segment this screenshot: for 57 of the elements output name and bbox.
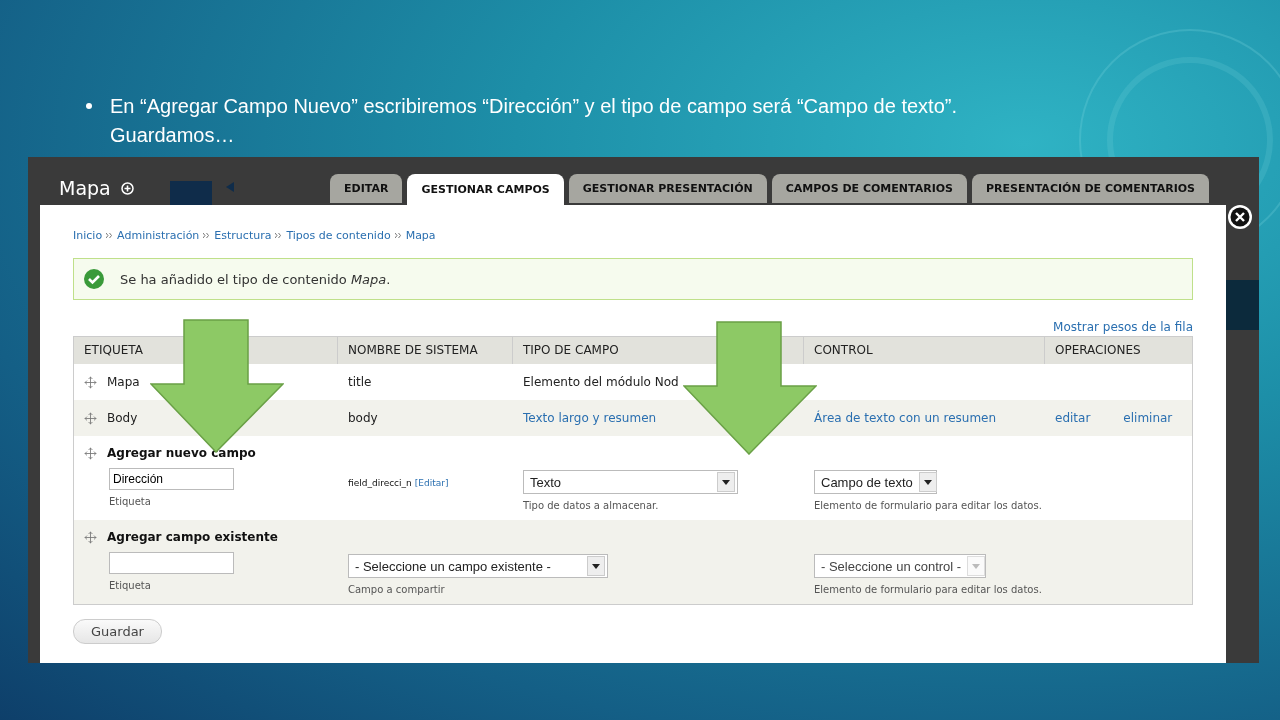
widget-select[interactable]: Campo de texto bbox=[814, 470, 937, 494]
existing-field-select[interactable]: - Seleccione un campo existente - bbox=[348, 554, 608, 578]
field-hint: Etiqueta bbox=[109, 496, 152, 507]
separator-icon bbox=[275, 232, 283, 239]
breadcrumb-link[interactable]: Inicio bbox=[73, 229, 103, 242]
field-hint: Elemento de formulario para editar los datos. bbox=[814, 584, 1043, 595]
machine-name: field_direcci_n bbox=[348, 477, 412, 488]
widget-link[interactable]: Área de texto con un resumen bbox=[804, 411, 1045, 425]
add-icon[interactable] bbox=[120, 182, 134, 195]
tab[interactable]: EDITAR bbox=[330, 174, 403, 203]
tab[interactable]: CAMPOS DE COMENTARIOS bbox=[771, 174, 968, 203]
section-title: Agregar campo existente bbox=[107, 530, 278, 544]
field-hint: Campo a compartir bbox=[348, 584, 446, 595]
tab[interactable]: GESTIONAR PRESENTACIÓN bbox=[568, 174, 767, 203]
field-label: Mapa bbox=[107, 375, 140, 389]
machine-name-cell-text: title bbox=[347, 375, 373, 389]
drag-handle-icon[interactable] bbox=[84, 375, 97, 389]
message-text: Se ha añadido el tipo de contenido Mapa. bbox=[120, 271, 391, 287]
breadcrumb-link[interactable]: Administración bbox=[117, 229, 200, 242]
tab[interactable]: GESTIONAR CAMPOS bbox=[407, 174, 564, 205]
field-hint: Tipo de datos a almacenar. bbox=[523, 500, 660, 511]
check-icon bbox=[84, 269, 104, 289]
separator-icon bbox=[394, 232, 402, 239]
drag-handle-icon[interactable] bbox=[84, 446, 97, 460]
breadcrumb-link[interactable]: Mapa bbox=[405, 229, 436, 242]
drag-handle-icon[interactable] bbox=[84, 530, 97, 544]
close-icon[interactable] bbox=[1228, 205, 1252, 229]
field-type-cell-text: Elemento del módulo Nod bbox=[522, 375, 680, 389]
bullet-icon bbox=[86, 103, 92, 109]
field-type-link[interactable]: Texto largo y resumen bbox=[513, 411, 804, 425]
field-hint: Etiqueta bbox=[109, 580, 152, 591]
separator-icon bbox=[106, 232, 114, 239]
edit-link[interactable]: [Editar] bbox=[414, 474, 449, 488]
page-title: Mapa bbox=[59, 177, 111, 199]
column-header: OPERACIONES bbox=[1054, 342, 1142, 359]
widget-select[interactable]: - Seleccione un control - bbox=[814, 554, 986, 578]
field-type-select[interactable]: Texto bbox=[523, 470, 738, 494]
label-input[interactable]: Dirección bbox=[109, 468, 234, 490]
save-button[interactable]: Guardar bbox=[73, 619, 162, 644]
bullet-text: En “Agregar Campo Nuevo” escribiremos “Dirección” y el tipo de campo será “Campo de texto”. Guardamos… bbox=[110, 94, 958, 148]
breadcrumb-link[interactable]: Tipos de contenido bbox=[286, 229, 391, 242]
field-label: Body bbox=[107, 411, 138, 425]
section-title: Agregar nuevo campo bbox=[107, 446, 256, 460]
separator-icon bbox=[203, 232, 211, 239]
drag-handle-icon[interactable] bbox=[84, 411, 97, 425]
dark-strip bbox=[1226, 280, 1259, 330]
caret-icon bbox=[587, 556, 605, 576]
machine-name-cell-text: body bbox=[347, 411, 379, 425]
operation-link[interactable]: editar bbox=[1055, 411, 1091, 425]
breadcrumb-link[interactable]: Estructura bbox=[214, 229, 272, 242]
field-hint: Elemento de formulario para editar los datos. bbox=[814, 500, 1043, 511]
tab[interactable]: PRESENTACIÓN DE COMENTARIOS bbox=[972, 174, 1209, 203]
operation-link[interactable]: eliminar bbox=[1123, 411, 1173, 425]
show-weights-link[interactable]: Mostrar pesos de la fila bbox=[1053, 320, 1193, 334]
caret-icon bbox=[717, 472, 735, 492]
caret-icon bbox=[918, 472, 937, 492]
label-input[interactable] bbox=[109, 552, 234, 574]
